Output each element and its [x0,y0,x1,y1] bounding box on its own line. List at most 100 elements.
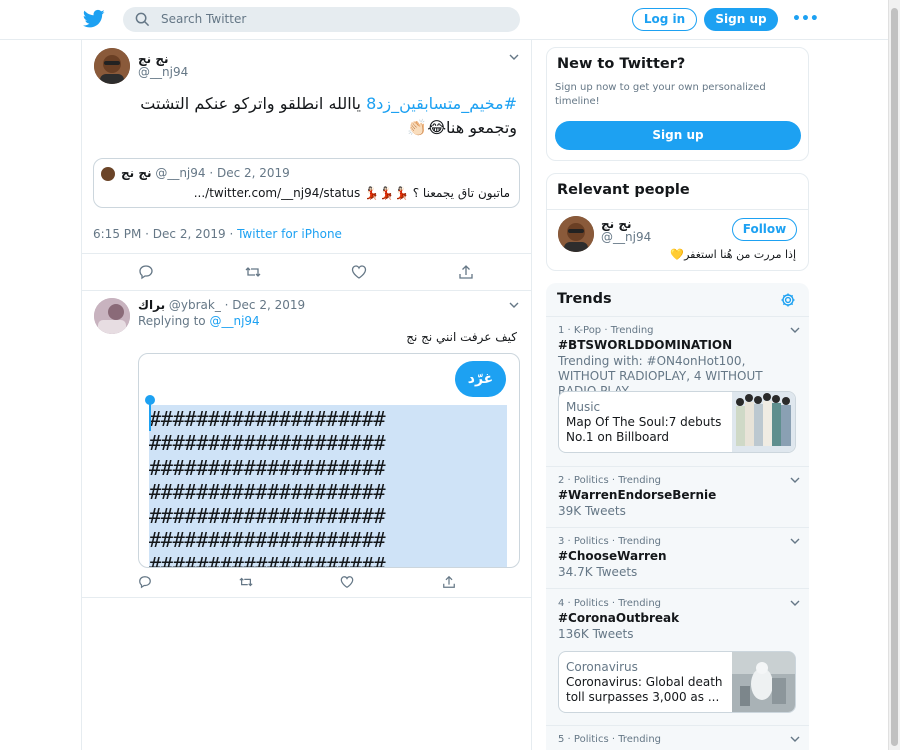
hash-text-block: #################### ###################… [149,407,509,568]
avatar[interactable] [94,48,130,84]
trend-sub: 39K Tweets [558,504,626,518]
more-options-icon[interactable]: ••• [792,11,819,27]
news-card[interactable]: Coronavirus Coronavirus: Global death to… [558,651,796,713]
hash-row: #################### [149,479,386,504]
reply-icon[interactable] [138,264,154,280]
quote-avatar [101,167,115,181]
chevron-down-icon[interactable] [790,327,800,334]
retweet-icon[interactable] [239,575,253,589]
reply-author-handle[interactable]: @ybrak_ · Dec 2, 2019 [165,298,305,312]
divider [82,253,531,254]
tweet-author-name[interactable]: نج نج [138,52,169,66]
news-title: Map Of The Soul:7 debuts No.1 on Billboa… [566,415,722,444]
avatar-image [94,48,130,84]
divider [546,527,809,528]
trend-item[interactable]: 5 · Politics · Trending [558,734,800,745]
trends-title: Trends [557,291,612,307]
tweet-author-handle[interactable]: @__nj94 [138,65,188,79]
chevron-down-icon[interactable] [509,54,519,61]
gear-icon[interactable] [780,292,796,308]
hash-row: #################### [149,455,386,480]
divider [82,290,531,291]
trend-item[interactable]: 4 · Politics · Trending #CoronaOutbreak … [558,598,800,642]
top-bar: Search Twitter Log in Sign up ••• [0,0,888,40]
news-category: Music [566,400,601,414]
scrollbar[interactable] [888,0,900,750]
avatar-image [558,216,594,252]
news-category: Coronavirus [566,660,638,674]
quote-author-name: نج نج [121,166,152,180]
chevron-down-icon[interactable] [790,600,800,607]
hash-row: #################### [149,431,386,456]
like-icon[interactable] [340,575,354,589]
trend-title: #WarrenEndorseBernie [558,488,717,502]
quote-header: نج نج @__nj94 · Dec 2, 2019 [121,166,290,180]
new-to-twitter-card: New to Twitter? Sign up now to get your … [546,47,809,161]
trend-meta: 2 · Politics · Trending [558,475,662,486]
search-input[interactable]: Search Twitter [123,7,520,32]
trend-title: #BTSWORLDDOMINATION [558,338,733,352]
new-to-twitter-title: New to Twitter? [557,56,686,72]
new-to-twitter-text: Sign up now to get your own personalized… [555,82,766,107]
selection-caret [149,403,151,431]
relevant-handle[interactable]: @__nj94 [601,230,651,244]
trend-meta: 4 · Politics · Trending [558,598,662,609]
share-icon[interactable] [458,264,474,280]
hash-row: #################### [149,504,386,529]
login-button[interactable]: Log in [632,8,697,31]
reply-media-image[interactable]: غرّد #################### ##############… [138,353,520,568]
like-icon[interactable] [351,264,367,280]
news-thumbnail [732,652,795,712]
relevant-people-title: Relevant people [557,182,690,198]
trend-meta: 5 · Politics · Trending [558,734,662,745]
divider [546,466,809,467]
reply-icon[interactable] [138,575,152,589]
tweet-source-link[interactable]: Twitter for iPhone [237,227,342,241]
divider [547,209,808,210]
tweet-time: 6:15 PM · Dec 2, 2019 · [93,227,238,241]
news-thumbnail [732,392,795,452]
trend-item[interactable]: 3 · Politics · Trending #ChooseWarren 34… [558,536,800,580]
quoted-tweet[interactable]: نج نج @__nj94 · Dec 2, 2019 ماتبون تاق ي… [93,158,520,208]
relevant-bio: إذا مررت من هُنا استغفر💛 [670,248,796,261]
share-icon[interactable] [442,575,456,589]
reply-text: كيف عرفت انني نج نج [406,330,517,344]
tweet-text: #مخيم_متسابقين_زد8 ياالله انطلقو واتركو … [97,92,517,140]
trend-meta: 1 · K-Pop · Trending [558,325,654,336]
trend-meta: 3 · Politics · Trending [558,536,662,547]
tweet-hashtag[interactable]: #مخيم_متسابقين_زد8 [366,94,517,113]
trend-item[interactable]: 2 · Politics · Trending #WarrenEndorseBe… [558,475,800,519]
chevron-down-icon[interactable] [790,538,800,545]
retweet-icon[interactable] [245,264,261,280]
relevant-name[interactable]: نج نج [601,217,632,231]
hash-row: #################### [149,528,386,553]
divider [82,597,531,598]
sidebar-signup-button[interactable]: Sign up [555,121,801,150]
trend-sub: 136K Tweets [558,627,634,641]
news-card[interactable]: Music Map Of The Soul:7 debuts No.1 on B… [558,391,796,453]
reply-avatar[interactable] [94,298,130,334]
trend-item[interactable]: 1 · K-Pop · Trending #BTSWORLDDOMINATION… [558,325,800,399]
search-placeholder: Search Twitter [161,12,247,26]
twitter-logo-icon[interactable] [83,9,105,29]
relevant-avatar[interactable] [558,216,594,252]
replying-to-label: Replying to [138,314,210,328]
hash-row: #################### [149,407,386,431]
chevron-down-icon[interactable] [790,736,800,743]
replying-to: Replying to @__nj94 [138,314,260,328]
reply-author-name[interactable]: براك [138,298,165,312]
tweet-timestamp: 6:15 PM · Dec 2, 2019 · Twitter for iPho… [93,227,342,241]
hash-row: #################### [149,552,386,568]
scrollbar-thumb[interactable] [891,8,898,746]
avatar-image [94,298,130,334]
chevron-down-icon[interactable] [790,477,800,484]
follow-button[interactable]: Follow [732,218,797,241]
relevant-people-card: Relevant people نج نج @__nj94 Follow إذا… [546,173,809,271]
trend-title: #ChooseWarren [558,549,667,563]
replying-to-handle[interactable]: @__nj94 [209,314,259,328]
signup-button[interactable]: Sign up [704,8,778,31]
chevron-down-icon[interactable] [509,302,519,309]
timeline: نج نج @__nj94 #مخيم_متسابقين_زد8 ياالله … [81,40,532,750]
tweet-button-in-image: غرّد [455,361,506,397]
quote-text: ماتبون تاق يجمعنا ؟ 💃🏻💃🏻💃🏻 twitter.com/_… [193,186,510,200]
